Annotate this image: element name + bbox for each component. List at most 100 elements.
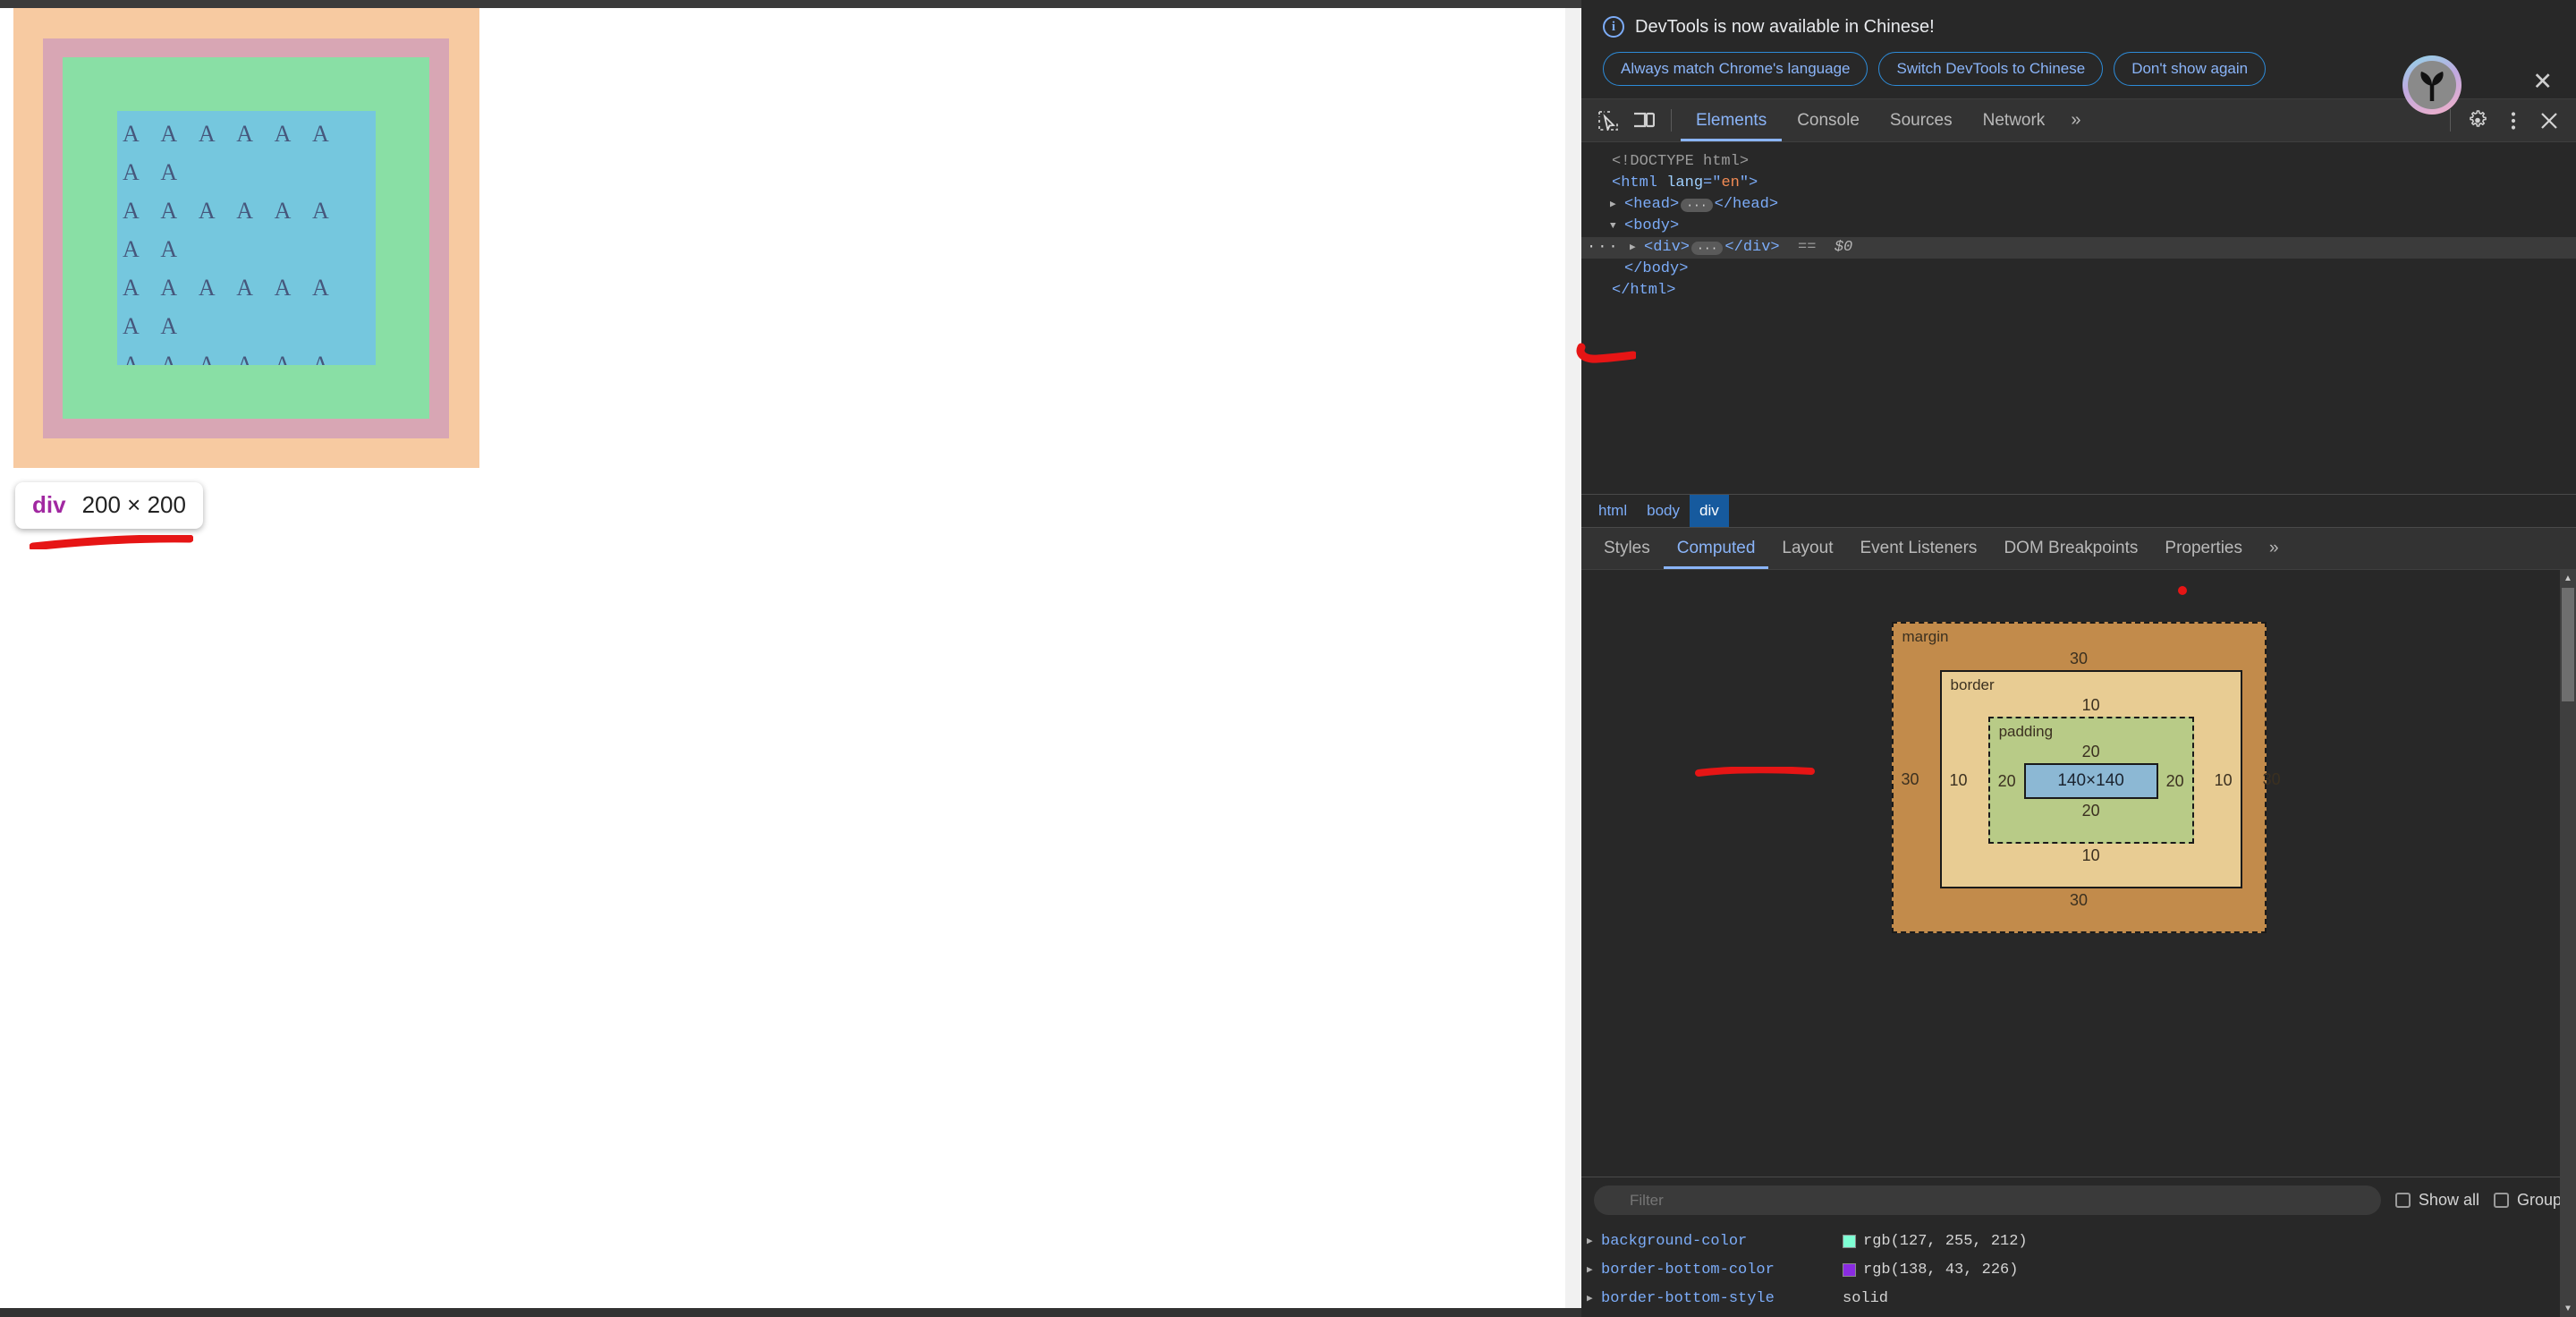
margin-top-value[interactable]: 30: [1894, 647, 2265, 670]
group-checkbox-box[interactable]: [2493, 1193, 2509, 1208]
property-value: rgb(127, 255, 212): [1843, 1233, 2028, 1250]
devtools-close-icon[interactable]: [2531, 99, 2567, 141]
info-icon: i: [1603, 16, 1624, 38]
property-name: border-bottom-color: [1601, 1261, 1775, 1279]
breadcrumb-item-div[interactable]: div: [1690, 495, 1729, 527]
tab-event-listeners[interactable]: Event Listeners: [1846, 528, 1990, 569]
div-collapsed-badge[interactable]: ···: [1691, 241, 1724, 255]
dom-line-body-close[interactable]: </body>: [1581, 259, 2576, 280]
scrollbar-up-arrow[interactable]: ▲: [2560, 570, 2576, 586]
div-open: <div>: [1644, 239, 1690, 256]
switch-devtools-to-chinese-button[interactable]: Switch DevTools to Chinese: [1878, 52, 2104, 86]
padding-top-value[interactable]: 20: [1990, 740, 2192, 763]
tab-sources[interactable]: Sources: [1875, 99, 1968, 141]
margin-left-value[interactable]: 30: [1894, 768, 1928, 791]
html-attr-value: en: [1721, 174, 1740, 191]
scrollbar-down-arrow[interactable]: ▼: [2560, 1301, 2576, 1317]
property-expand-arrow[interactable]: ▶: [1587, 1292, 1601, 1304]
banner-close-icon[interactable]: ✕: [2532, 70, 2553, 94]
kebab-menu-icon[interactable]: [2496, 99, 2531, 141]
property-row[interactable]: ▶ border-bottom-color rgb(138, 43, 226): [1581, 1255, 2576, 1284]
dom-line-html-close[interactable]: </html>: [1581, 280, 2576, 302]
computed-filter-row: ▽ Show all Group: [1581, 1177, 2576, 1223]
gear-icon[interactable]: [2460, 99, 2496, 141]
div-expand-arrow[interactable]: ▶: [1630, 238, 1642, 258]
dom-line-div-selected[interactable]: ··· ▶ <div> ··· </div> == $0: [1581, 237, 2576, 259]
more-tabs-icon[interactable]: »: [2060, 99, 2091, 141]
tab-computed[interactable]: Computed: [1664, 528, 1769, 569]
property-expand-arrow[interactable]: ▶: [1587, 1235, 1601, 1247]
head-collapsed-badge[interactable]: ···: [1681, 198, 1713, 212]
three-dots-vertical-icon: [2511, 111, 2516, 130]
tab-properties[interactable]: Properties: [2151, 528, 2256, 569]
inspect-element-icon[interactable]: [1590, 99, 1626, 141]
close-x-icon: [2541, 112, 2557, 129]
tab-elements[interactable]: Elements: [1681, 99, 1782, 141]
tab-network[interactable]: Network: [1968, 99, 2061, 141]
annotation-red-dot: [2178, 586, 2187, 595]
box-model-margin[interactable]: margin 30 30 border 10 10 padding 20 20 …: [1891, 622, 2281, 933]
tab-console[interactable]: Console: [1782, 99, 1875, 141]
gemini-glyph: [2408, 61, 2456, 109]
always-match-chrome-language-button[interactable]: Always match Chrome's language: [1603, 52, 1868, 86]
filter-input[interactable]: [1594, 1185, 2381, 1215]
padding-right-value[interactable]: 20: [2158, 769, 2192, 793]
padding-left-value[interactable]: 20: [1990, 769, 2024, 793]
doctype-text: <!DOCTYPE html>: [1612, 153, 1750, 170]
filter-field-wrapper: ▽: [1594, 1185, 2381, 1215]
dom-line-head[interactable]: ▶ <head> ··· </head>: [1581, 194, 2576, 216]
language-banner-header: i DevTools is now available in Chinese!: [1603, 16, 2555, 38]
show-all-checkbox-box[interactable]: [2394, 1193, 2411, 1208]
device-toolbar-icon[interactable]: [1626, 99, 1662, 141]
dom-row-overflow-dots[interactable]: ···: [1587, 238, 1620, 258]
property-row[interactable]: ▶ background-color rgb(127, 255, 212): [1581, 1227, 2576, 1255]
body-close: </body>: [1624, 260, 1689, 277]
color-swatch: [1843, 1262, 1856, 1277]
head-expand-arrow[interactable]: ▶: [1610, 195, 1623, 215]
properties-scrollbar[interactable]: ▼: [2560, 1154, 2576, 1317]
box-model-padding[interactable]: padding 20 20 140×140 20 20: [1987, 717, 2194, 844]
gemini-avatar[interactable]: [2402, 55, 2462, 115]
html-close: </html>: [1612, 282, 1676, 299]
quote-gt: ">: [1739, 174, 1758, 191]
scrollbar-thumb[interactable]: [2562, 588, 2574, 701]
devtools-tabs: Elements Console Sources Network »: [1681, 99, 2091, 141]
highlight-tooltip-tag: div: [32, 491, 66, 518]
padding-bottom-value[interactable]: 20: [1990, 799, 2192, 842]
border-bottom-value[interactable]: 10: [1942, 844, 2241, 887]
margin-middle-row: 30 border 10 10 padding 20 20 140×140 20…: [1894, 670, 2281, 888]
devtools-panel: i DevTools is now available in Chinese! …: [1581, 0, 2576, 1317]
property-value-text: rgb(138, 43, 226): [1863, 1261, 2019, 1279]
computed-scrollbar-vertical[interactable]: ▲: [2560, 570, 2576, 1177]
more-sidebar-tabs-icon[interactable]: »: [2256, 528, 2292, 569]
border-left-value[interactable]: 10: [1942, 769, 1976, 792]
group-checkbox[interactable]: Group: [2493, 1191, 2562, 1210]
annotation-swipe-dom-row: [1576, 343, 1636, 363]
page-scrollbar-vertical[interactable]: [1565, 8, 1581, 1308]
tab-dom-breakpoints[interactable]: DOM Breakpoints: [1990, 528, 2151, 569]
body-collapse-arrow[interactable]: ▼: [1610, 217, 1623, 236]
property-expand-arrow[interactable]: ▶: [1587, 1263, 1601, 1276]
dom-line-body-open[interactable]: ▼ <body>: [1581, 216, 2576, 237]
box-model-border[interactable]: border 10 10 padding 20 20 140×140 20 20…: [1939, 670, 2242, 888]
tab-layout[interactable]: Layout: [1768, 528, 1846, 569]
property-row[interactable]: ▶ border-bottom-style solid: [1581, 1284, 2576, 1313]
dom-line-html[interactable]: < html lang =" en ">: [1581, 173, 2576, 194]
show-all-checkbox[interactable]: Show all: [2394, 1191, 2479, 1210]
breadcrumb-item-body[interactable]: body: [1637, 495, 1690, 527]
dont-show-again-button[interactable]: Don't show again: [2114, 52, 2267, 86]
border-top-value[interactable]: 10: [1942, 693, 2241, 717]
breadcrumb-item-html[interactable]: html: [1589, 495, 1637, 527]
tab-styles[interactable]: Styles: [1590, 528, 1664, 569]
margin-bottom-value[interactable]: 30: [1894, 888, 2265, 931]
border-right-value[interactable]: 10: [2207, 769, 2241, 792]
html-attr-name: lang: [1666, 174, 1704, 191]
property-row[interactable]: ▶ border-bottom-width 10px: [1581, 1313, 2576, 1317]
dom-line-doctype[interactable]: <!DOCTYPE html>: [1581, 151, 2576, 173]
box-model-border-label: border: [1950, 676, 1995, 693]
div-close: </div>: [1724, 239, 1780, 256]
margin-right-value[interactable]: 30: [2255, 768, 2289, 791]
color-swatch: [1843, 1234, 1856, 1248]
box-model-content[interactable]: 140×140: [2023, 763, 2158, 799]
property-value: solid: [1843, 1290, 1888, 1307]
